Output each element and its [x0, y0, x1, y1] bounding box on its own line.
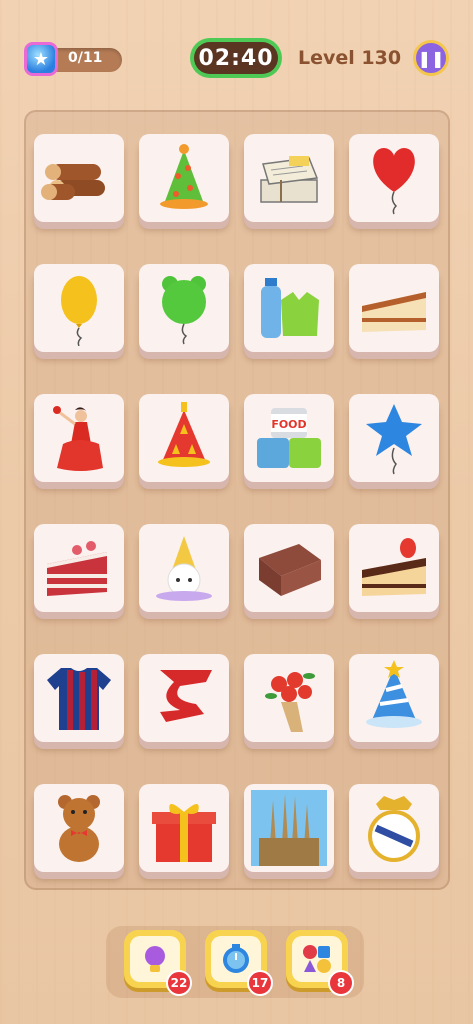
top-bar: ★ 0/11 02:40 Level 130 ❚❚: [0, 36, 473, 84]
tile-logs[interactable]: [34, 134, 124, 230]
tile-teddy-bear[interactable]: [34, 784, 124, 880]
heart-balloon-icon: [373, 148, 415, 215]
flower-bouquet-icon: [265, 672, 315, 732]
brownie-icon: [259, 544, 321, 596]
progress-counter: 0/11: [68, 50, 103, 66]
find-booster-button[interactable]: 8: [286, 930, 354, 996]
teddy-bear-icon: [58, 795, 100, 862]
freeze-count-badge: 17: [247, 970, 273, 996]
tile-strawberry-cake[interactable]: [349, 524, 439, 620]
flamenco-dancer-icon: [53, 406, 103, 471]
tile-cake-slice[interactable]: [349, 264, 439, 360]
timer: 02:40: [190, 38, 282, 78]
red-party-hat-icon: [158, 402, 210, 467]
tile-red-ribbon[interactable]: [139, 654, 229, 750]
food-can-label: FOOD: [271, 418, 306, 431]
pause-button[interactable]: ❚❚: [413, 40, 449, 76]
tile-unicorn-party-hat[interactable]: [139, 524, 229, 620]
barcelona-jersey-icon: [47, 668, 111, 730]
tile-barcelona-jersey[interactable]: [34, 654, 124, 750]
red-ribbon-icon: [160, 670, 212, 722]
tile-flamenco-dancer[interactable]: [34, 394, 124, 490]
real-madrid-crest-icon: [368, 796, 420, 862]
tile-heart-balloon[interactable]: [349, 134, 439, 230]
find-count-badge: 8: [328, 970, 354, 996]
yellow-balloon-icon: [61, 276, 97, 346]
unicorn-party-hat-icon: [156, 536, 212, 601]
red-velvet-cake-icon: [47, 541, 107, 596]
party-hat-green-icon: [160, 144, 208, 209]
tile-gift-box[interactable]: [139, 784, 229, 880]
blue-party-hat-icon: [366, 660, 422, 728]
shapes-magnifier-icon: [303, 945, 331, 973]
food-cans-icon: FOOD: [257, 408, 321, 468]
tile-flower-bouquet[interactable]: [244, 654, 334, 750]
tile-red-velvet-cake[interactable]: [34, 524, 124, 620]
cake-slice-icon: [362, 292, 426, 332]
tile-green-bear-balloon[interactable]: [139, 264, 229, 360]
tile-blue-party-hat[interactable]: [349, 654, 439, 750]
tile-sagrada-familia[interactable]: [244, 784, 334, 880]
hint-booster-button[interactable]: 22: [124, 930, 192, 996]
bottle-and-bag-icon: [261, 278, 319, 338]
lightbulb-icon: [145, 946, 165, 972]
sagrada-familia-icon: [251, 790, 327, 866]
tile-party-hat-green[interactable]: [139, 134, 229, 230]
timer-freeze-icon: [223, 944, 249, 973]
tile-brownie[interactable]: [244, 524, 334, 620]
tile-yellow-balloon[interactable]: [34, 264, 124, 360]
gift-box-icon: [152, 804, 216, 862]
tile-bottle-and-bag[interactable]: [244, 264, 334, 360]
green-bear-balloon-icon: [162, 276, 206, 345]
level-label: Level 130: [298, 47, 402, 69]
tile-red-party-hat[interactable]: [139, 394, 229, 490]
tile-food-cans[interactable]: FOOD: [244, 394, 334, 490]
tile-blue-star-balloon[interactable]: [349, 394, 439, 490]
newspaper-stack-icon: [260, 156, 319, 203]
timer-text: 02:40: [194, 42, 278, 74]
star-icon: ★: [24, 42, 58, 76]
tile-newspaper-stack[interactable]: [244, 134, 334, 230]
freeze-timer-booster-button[interactable]: 17: [205, 930, 273, 996]
hint-count-badge: 22: [166, 970, 192, 996]
tile-real-madrid-crest[interactable]: [349, 784, 439, 880]
strawberry-cake-icon: [362, 538, 426, 596]
logs-icon: [41, 164, 105, 200]
blue-star-balloon-icon: [366, 404, 422, 475]
